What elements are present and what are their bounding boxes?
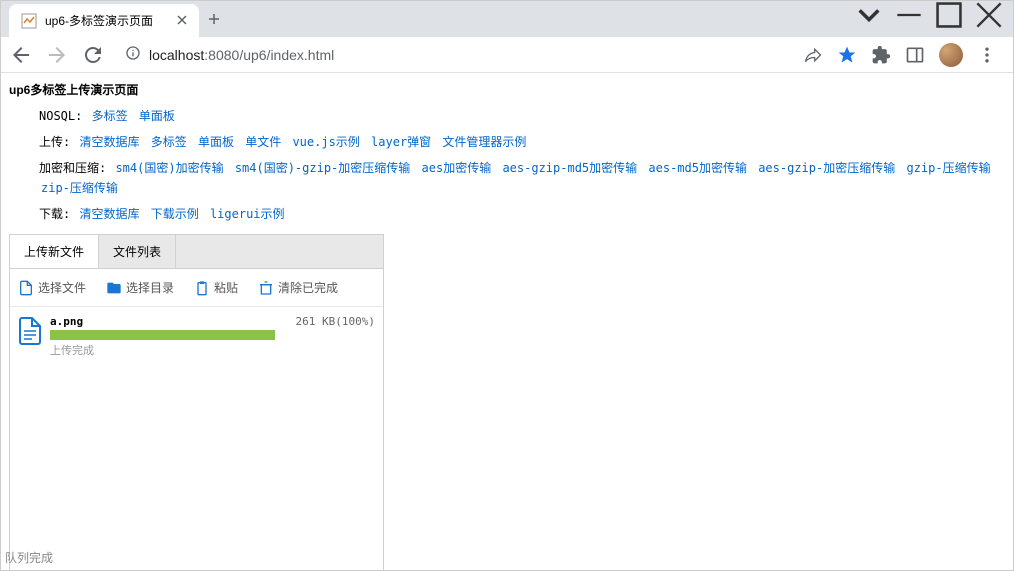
link-row: 加密和压缩: sm4(国密)加密传输 sm4(国密)-gzip-加密压缩传输 a… [9,158,1005,198]
clipboard-icon [194,280,210,296]
reload-button[interactable] [81,43,105,67]
nav-link[interactable]: 多标签 [92,109,128,123]
paste-button[interactable]: 粘贴 [194,279,238,296]
clear-icon [258,280,274,296]
progress-bar [50,330,275,340]
nav-link[interactable]: layer弹窗 [371,135,431,149]
nav-link[interactable]: aes-gzip-md5加密传输 [502,161,637,175]
select-dir-button[interactable]: 选择目录 [106,279,174,296]
row-label: 上传: [39,135,77,149]
row-label: NOSQL: [39,109,90,123]
bookmark-icon[interactable] [837,45,857,65]
menu-icon[interactable] [977,45,997,65]
row-label: 下载: [39,207,77,221]
panel-toolbar: 选择文件 选择目录 粘贴 清除已完成 [10,269,383,307]
nav-link[interactable]: 多标签 [151,135,187,149]
page-content: up6多标签上传演示页面 NOSQL: 多标签 单面板 上传: 清空数据库 多标… [1,73,1013,570]
link-row: NOSQL: 多标签 单面板 [9,106,1005,126]
nav-link[interactable]: ligerui示例 [210,207,285,221]
nav-link[interactable]: 单面板 [198,135,234,149]
nav-link[interactable]: aes-md5加密传输 [648,161,747,175]
forward-button[interactable] [45,43,69,67]
tab-upload-new[interactable]: 上传新文件 [10,235,99,268]
page-title: up6多标签上传演示页面 [9,81,1005,98]
nav-link[interactable]: aes-gzip-加密压缩传输 [758,161,895,175]
url-text: localhost:8080/up6/index.html [149,47,334,63]
nav-link[interactable]: sm4(国密)加密传输 [115,161,223,175]
link-row: 上传: 清空数据库 多标签 单面板 单文件 vue.js示例 layer弹窗 文… [9,132,1005,152]
tab-favicon [21,13,37,29]
nav-link[interactable]: 下载示例 [151,207,199,221]
file-item: a.png 261 KB(100%) 上传完成 [18,311,375,362]
nav-link[interactable]: sm4(国密)-gzip-加密压缩传输 [235,161,410,175]
extensions-icon[interactable] [871,45,891,65]
file-list: a.png 261 KB(100%) 上传完成 [10,307,383,570]
share-icon[interactable] [803,45,823,65]
panel-tabs: 上传新文件 文件列表 [10,235,383,269]
maximize-button[interactable] [929,1,969,29]
address-bar[interactable]: localhost:8080/up6/index.html [117,41,791,68]
browser-tab-bar: up6-多标签演示页面 [1,1,1013,37]
select-file-button[interactable]: 选择文件 [18,279,86,296]
side-panel-icon[interactable] [905,45,925,65]
avatar[interactable] [939,43,963,67]
tab-title: up6-多标签演示页面 [45,12,153,29]
browser-tab[interactable]: up6-多标签演示页面 [9,4,199,37]
tab-file-list[interactable]: 文件列表 [99,235,176,268]
site-info-icon[interactable] [125,45,141,64]
nav-link[interactable]: aes加密传输 [422,161,492,175]
close-window-button[interactable] [969,1,1009,29]
link-row: 下载: 清空数据库 下载示例 ligerui示例 [9,204,1005,224]
clear-done-button[interactable]: 清除已完成 [258,279,338,296]
queue-status: 队列完成 [5,549,53,566]
nav-link[interactable]: 清空数据库 [79,135,139,149]
nav-link[interactable]: 单文件 [245,135,281,149]
nav-link[interactable]: gzip-压缩传输 [906,161,990,175]
file-name: a.png [50,315,83,328]
nav-link[interactable]: vue.js示例 [292,135,359,149]
new-tab-button[interactable] [199,4,229,37]
nav-link[interactable]: zip-压缩传输 [41,181,118,195]
browser-toolbar: localhost:8080/up6/index.html [1,37,1013,73]
nav-link[interactable]: 单面板 [139,109,175,123]
file-icon [18,280,34,296]
nav-link[interactable]: 文件管理器示例 [442,135,526,149]
file-type-icon [18,317,42,345]
row-label: 加密和压缩: [39,161,113,175]
file-status: 上传完成 [50,342,375,358]
upload-panel: 上传新文件 文件列表 选择文件 选择目录 粘贴 清除已完成 [9,234,384,570]
back-button[interactable] [9,43,33,67]
file-size: 261 KB(100%) [296,315,375,328]
chevron-down-icon[interactable] [849,1,889,29]
minimize-button[interactable] [889,1,929,29]
nav-link[interactable]: 清空数据库 [79,207,139,221]
folder-icon [106,280,122,296]
close-icon[interactable] [177,14,187,28]
